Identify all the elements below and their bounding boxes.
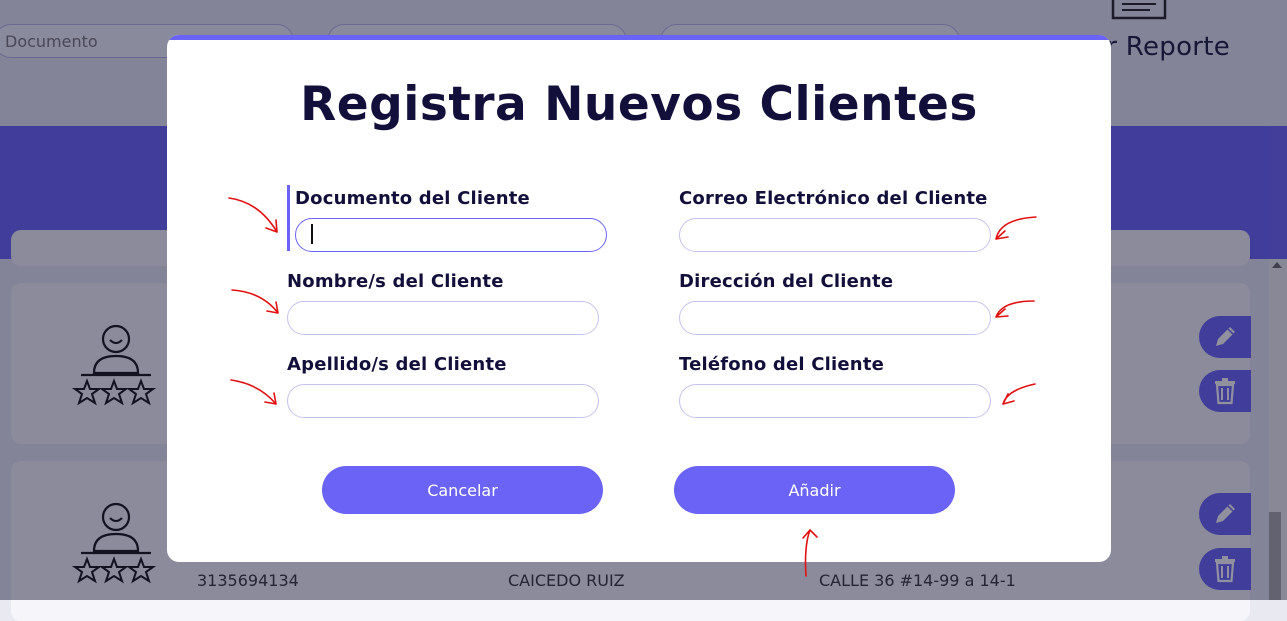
add-button[interactable]: Añadir: [674, 466, 955, 514]
text-caret: [311, 224, 313, 244]
apellido-label: Apellido/s del Cliente: [287, 354, 507, 375]
nombre-label: Nombre/s del Cliente: [287, 271, 504, 292]
modal-title: Registra Nuevos Clientes: [300, 77, 978, 132]
cancel-button[interactable]: Cancelar: [322, 466, 603, 514]
correo-input[interactable]: [679, 218, 991, 252]
new-client-modal: Registra Nuevos Clientes Documento del C…: [167, 35, 1111, 562]
nombre-input[interactable]: [287, 301, 599, 335]
correo-label: Correo Electrónico del Cliente: [679, 188, 988, 209]
telefono-label: Teléfono del Cliente: [679, 354, 885, 375]
direccion-label: Dirección del Cliente: [679, 271, 894, 292]
apellido-input[interactable]: [287, 384, 599, 418]
modal-accent-bar: [167, 35, 1111, 40]
documento-label: Documento del Cliente: [295, 188, 530, 209]
documento-input[interactable]: [295, 218, 607, 252]
telefono-input[interactable]: [679, 384, 991, 418]
direccion-input[interactable]: [679, 301, 991, 335]
focus-indicator: [287, 185, 290, 251]
